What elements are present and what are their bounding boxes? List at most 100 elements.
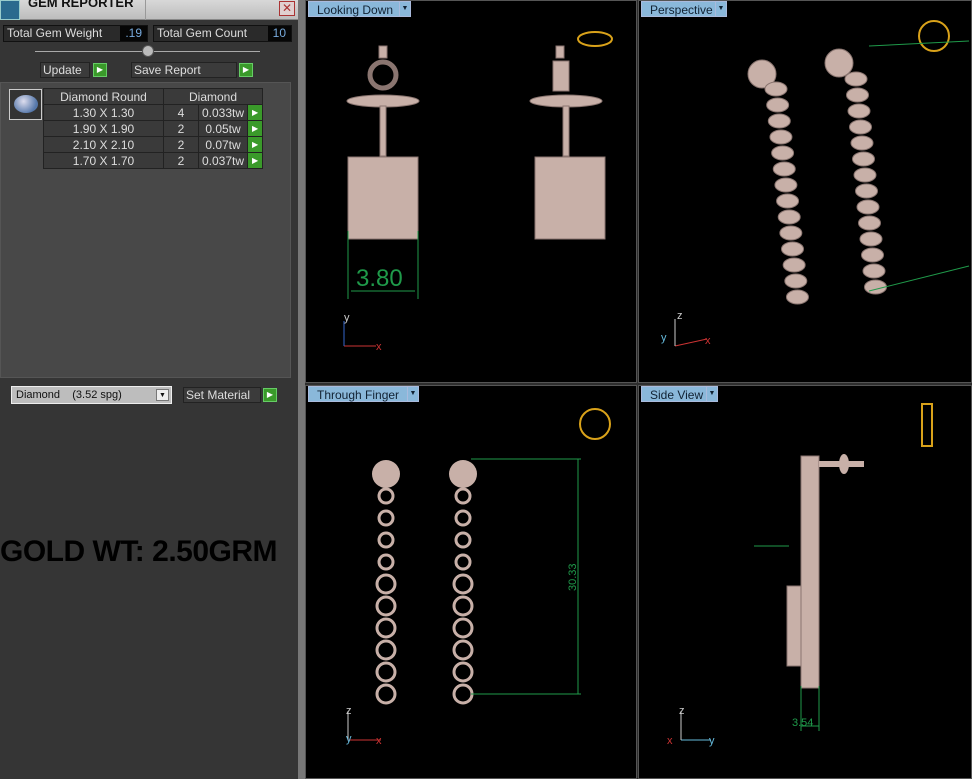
save-report-go-icon[interactable]: ▶: [239, 63, 253, 77]
chevron-down-icon[interactable]: ▼: [399, 1, 411, 17]
drop-link: [853, 167, 877, 183]
gem-size: 2.10 X 2.10: [43, 136, 164, 153]
viewport-looking-down[interactable]: 3.80 y x Looking Down ▼: [305, 0, 637, 383]
divider: [145, 0, 146, 20]
viewport-label[interactable]: Looking Down: [308, 1, 403, 17]
header-shape: Diamond Round: [43, 88, 164, 105]
table-row: 1.70 X 1.70 2 0.037tw ▶: [43, 152, 264, 169]
drop-link: [781, 241, 804, 257]
header-material: Diamond: [162, 88, 264, 105]
viewport-perspective[interactable]: z y x Perspective ▼: [638, 0, 972, 383]
panel-titlebar: GEM REPORTER ✕: [0, 0, 298, 20]
drop-link: [861, 247, 884, 263]
panel-splitter[interactable]: [298, 0, 305, 779]
panel-title: GEM REPORTER: [28, 0, 134, 10]
total-gem-count: Total Gem Count 10: [153, 25, 292, 42]
drop-link: [375, 617, 397, 639]
viewport-label[interactable]: Side View: [641, 386, 713, 402]
gem-reporter-panel: GEM REPORTER ✕ Total Gem Weight .19 Total…: [0, 0, 298, 779]
drop-link: [452, 683, 474, 705]
drop-link: [375, 639, 397, 661]
gem-reporter-icon: [0, 0, 20, 20]
drop-link: [772, 161, 796, 177]
drop-link: [849, 119, 872, 135]
material-select[interactable]: Diamond (3.52 spg) ▼: [11, 386, 172, 404]
close-button[interactable]: ✕: [279, 1, 295, 16]
dimension-label: 30.33: [567, 563, 579, 591]
dimension-label: 3.54: [792, 717, 813, 729]
drop-link: [767, 113, 791, 129]
gem-weight: 0.037tw: [197, 152, 249, 169]
drop-link: [454, 487, 472, 505]
drop-link: [375, 661, 397, 683]
earring-top-view: 3.80 y x: [343, 31, 613, 353]
earring-front-view: 30.33 z y x: [346, 408, 611, 747]
drop-link: [847, 103, 871, 119]
chevron-down-icon[interactable]: ▼: [407, 386, 419, 402]
gem-table: Diamond Round Diamond 1.30 X 1.30 4 0.033tw…: [43, 88, 264, 169]
chevron-down-icon[interactable]: ▼: [706, 386, 718, 402]
drop-link: [454, 509, 472, 527]
gem-count: 2: [163, 120, 199, 137]
viewport-through-finger[interactable]: 30.33 z y x Through Finger ▼: [305, 385, 637, 779]
drop-link: [785, 289, 809, 305]
axis-label: z: [346, 705, 352, 717]
total-weight-label: Total Gem Weight: [7, 26, 103, 40]
drop-link: [777, 209, 801, 225]
collapse-knob[interactable]: [142, 45, 154, 57]
axis-label: y: [346, 733, 352, 745]
axis-label: x: [667, 735, 673, 747]
set-material-go-icon[interactable]: ▶: [263, 388, 277, 402]
total-count-value: 10: [267, 26, 291, 41]
row-go-button[interactable]: ▶: [247, 104, 264, 121]
viewport-label[interactable]: Perspective: [641, 1, 722, 17]
viewport-label[interactable]: Through Finger: [308, 386, 409, 402]
drop-link: [452, 639, 474, 661]
table-row: 1.30 X 1.30 4 0.033tw ▶: [43, 104, 264, 121]
chevron-down-icon[interactable]: ▼: [156, 389, 169, 401]
earring-side-view: 3.54 z x y: [667, 403, 933, 747]
drop-link: [377, 509, 395, 527]
axis-label: x: [376, 735, 382, 747]
diamond-round-icon: [9, 89, 42, 120]
gem-count: 2: [163, 152, 199, 169]
gold-weight-overlay: GOLD WT: 2.50GRM: [0, 535, 278, 568]
row-go-button[interactable]: ▶: [247, 152, 264, 169]
drop-link: [375, 573, 397, 595]
axis-label: z: [677, 310, 683, 322]
drop-link: [852, 151, 875, 167]
drop-link: [452, 573, 474, 595]
gem-count: 4: [163, 104, 199, 121]
chevron-down-icon[interactable]: ▼: [715, 1, 727, 17]
drop-link: [452, 661, 474, 683]
set-material-button[interactable]: Set Material: [183, 387, 261, 403]
viewport-side-view[interactable]: 3.54 z x y Side View ▼: [638, 385, 972, 779]
drop-link: [769, 129, 793, 145]
row-go-button[interactable]: ▶: [247, 136, 264, 153]
table-row: 1.90 X 1.90 2 0.05tw ▶: [43, 120, 264, 137]
drop-link: [844, 71, 868, 87]
gem-size: 1.90 X 1.90: [43, 120, 164, 137]
gem-size: 1.70 X 1.70: [43, 152, 164, 169]
drop-link: [784, 273, 808, 289]
gem-size: 1.30 X 1.30: [43, 104, 164, 121]
update-go-icon[interactable]: ▶: [93, 63, 107, 77]
drop-link: [862, 263, 886, 279]
total-count-label: Total Gem Count: [157, 26, 248, 40]
gem-weight: 0.07tw: [197, 136, 249, 153]
gem-weight: 0.033tw: [197, 104, 249, 121]
drop-link: [375, 595, 397, 617]
row-go-button[interactable]: ▶: [247, 120, 264, 137]
axis-label: y: [709, 735, 715, 747]
drop-link: [764, 81, 788, 97]
drop-link: [782, 257, 806, 273]
drop-link: [454, 553, 472, 571]
total-weight-value: .19: [120, 26, 147, 41]
drop-link: [776, 193, 800, 209]
drop-link: [454, 531, 472, 549]
table-row: 2.10 X 2.10 2 0.07tw ▶: [43, 136, 264, 153]
drop-link: [850, 135, 874, 151]
save-report-button[interactable]: Save Report: [131, 62, 237, 78]
update-button[interactable]: Update: [40, 62, 90, 78]
drop-link: [779, 225, 803, 241]
